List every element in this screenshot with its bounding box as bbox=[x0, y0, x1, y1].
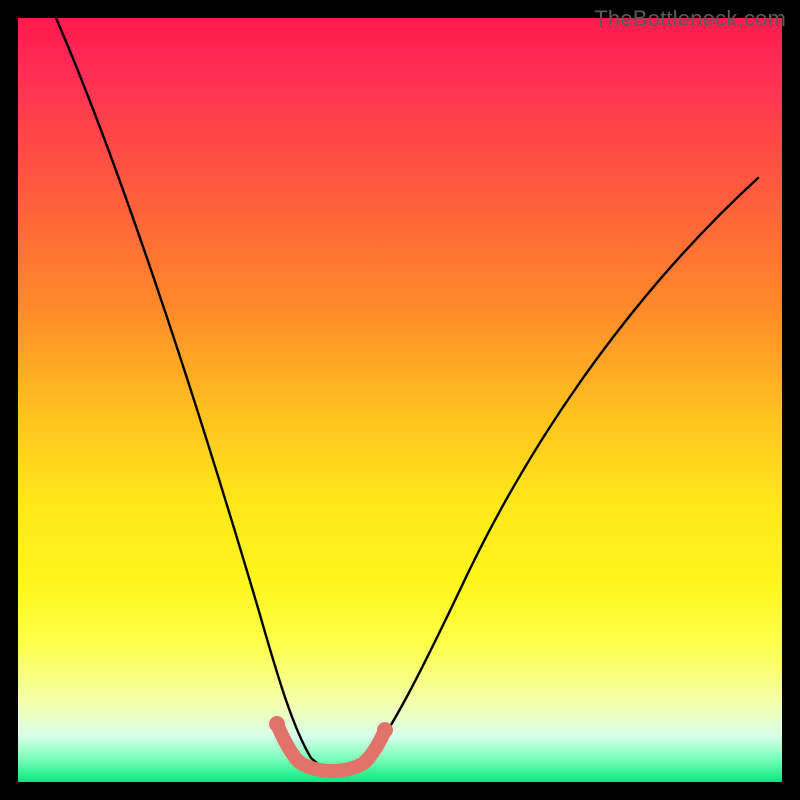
chart-overlay-svg bbox=[18, 18, 782, 782]
bottleneck-marker bbox=[277, 724, 385, 771]
chart-plot-area bbox=[18, 18, 782, 782]
marker-dot-left bbox=[269, 716, 285, 732]
watermark-text: TheBottleneck.com bbox=[594, 6, 786, 32]
marker-dot-right bbox=[377, 722, 393, 738]
primary-curve bbox=[56, 18, 758, 767]
